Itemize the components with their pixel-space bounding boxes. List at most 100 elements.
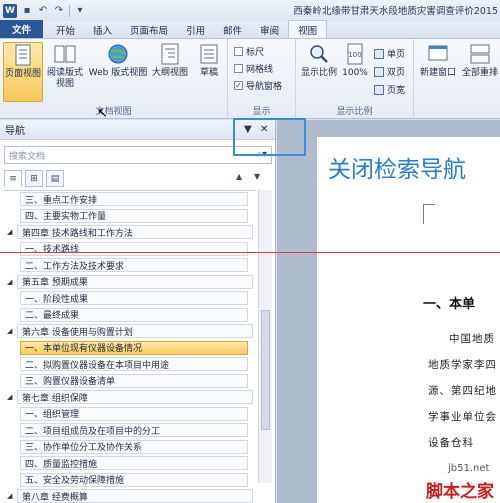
draft-button[interactable]: 草稿 [194, 42, 224, 79]
page-width-label: 页宽 [387, 86, 406, 96]
group-label-document-views: 文档视图 [95, 107, 132, 117]
draft-label: 草稿 [199, 68, 218, 78]
heading-item-label: 二、工作方法及技术要求 [20, 258, 248, 273]
collapse-triangle-icon[interactable]: ◢ [7, 228, 17, 236]
previous-heading-icon[interactable]: ▲ [236, 172, 242, 181]
collapse-triangle-icon[interactable]: ◢ [7, 492, 17, 500]
heading-item[interactable]: 二、项目组成员及在项目中的分工 [4, 422, 256, 439]
tab-home[interactable]: 开始 [47, 21, 84, 38]
group-label-zoom: 显示比例 [336, 107, 373, 117]
heading-item-label: 四、主要实物工作量 [20, 208, 248, 223]
heading-item[interactable]: 一、技术路线 [4, 241, 256, 258]
document-heading: 关闭检索导航 [328, 157, 466, 183]
new-window-button[interactable]: 新建窗口 [418, 42, 458, 79]
results-view-tab-icon[interactable]: ▤ [46, 170, 64, 187]
heading-item[interactable]: 五、安全及劳动保障措施 [4, 472, 256, 489]
next-heading-icon[interactable]: ▼ [254, 172, 260, 181]
scrollbar-thumb[interactable] [261, 310, 270, 430]
window-title: 西秦岭北缘带甘肃天水段地质灾害调查评价2015 [293, 6, 498, 17]
heading-item-label: 三、协作单位分工及协作关系 [20, 439, 248, 454]
chapter-item[interactable]: ◢ 第七章 组织保障 [4, 389, 256, 406]
title-bar: W ▪ ↶ ↷ ▾ 西秦岭北缘带甘肃天水段地质灾害调查评价2015 [0, 0, 500, 21]
page-width-icon [374, 84, 384, 95]
chapter-item[interactable]: ◢ 第六章 设备使用与购置计划 [4, 323, 256, 340]
body-line: 中国地质 [449, 333, 495, 345]
ruler-checkbox-box[interactable] [234, 47, 243, 56]
heading-item[interactable]: 三、购置仪器设备清单 [4, 373, 256, 390]
collapse-triangle-icon[interactable]: ◢ [7, 393, 17, 401]
heading-item[interactable]: 三、协作单位分工及协作关系 [4, 439, 256, 456]
tab-insert[interactable]: 插入 [84, 21, 121, 38]
gridlines-checkbox-box[interactable] [234, 64, 243, 73]
heading-item[interactable]: 二、拟购置仪器设备在本项目中用途 [4, 356, 256, 373]
chapter-item[interactable]: ◢ 第八章 经费概算 [4, 488, 256, 503]
heading-item[interactable]: 一、阶段性成果 [4, 290, 256, 307]
heading-item-selected[interactable]: 一、本单位现有仪器设备情况 [4, 340, 256, 357]
heading-item-label: 一、本单位现有仪器设备情况 [20, 340, 248, 355]
tab-page-layout[interactable]: 页面布局 [121, 21, 177, 38]
heading-item[interactable]: 四、主要实物工作量 [4, 208, 256, 225]
one-page-button[interactable]: 单页 [374, 47, 405, 60]
group-label-show: 显示 [252, 107, 271, 117]
ruler-checkbox[interactable]: 标尺 [234, 45, 264, 58]
navigation-scrollbar[interactable] [258, 190, 272, 483]
print-layout-button[interactable]: 页面视图 [3, 42, 43, 102]
save-icon[interactable]: ▪ [21, 5, 33, 17]
web-layout-button[interactable]: Web 版式视图 [86, 42, 150, 79]
redo-icon[interactable]: ↷ [53, 5, 65, 17]
chapter-item[interactable]: ◢ 第四章 技术路线和工作方法 [4, 224, 256, 241]
navigation-pane-checkbox-box[interactable]: ✓ [234, 81, 243, 90]
watermark-name: 脚本之家 [426, 482, 494, 502]
chapter-item-label: 第五章 预期成果 [17, 274, 253, 289]
chapter-item-label: 第六章 设备使用与购置计划 [17, 324, 253, 339]
draft-icon [200, 44, 218, 64]
zoom-100-button[interactable]: 100 100% [340, 42, 370, 79]
body-line: 地质学家李四 [428, 359, 497, 371]
chapter-item-label: 第四章 技术路线和工作方法 [17, 225, 253, 240]
navigation-pane-label: 导航窗格 [246, 82, 283, 92]
heading-item-label: 三、购置仪器设备清单 [20, 373, 248, 388]
pages-view-tab-icon[interactable]: ⊞ [25, 170, 43, 187]
chapter-item[interactable]: ◢ 第五章 预期成果 [4, 274, 256, 291]
heading-item-label: 二、最终成果 [20, 307, 248, 322]
heading-item[interactable]: 二、工作方法及技术要求 [4, 257, 256, 274]
heading-item[interactable]: 四、质量监控措施 [4, 455, 256, 472]
gridlines-checkbox[interactable]: 网格线 [234, 62, 273, 75]
word-app-icon[interactable]: W [3, 3, 17, 18]
tab-review[interactable]: 审阅 [251, 21, 288, 38]
group-window: 新建窗口 全部重排 [414, 39, 500, 119]
search-document-input[interactable]: 搜索文档 ⌕▾ [4, 146, 272, 164]
heading-tree: 三、重点工作安排 四、主要实物工作量 ◢ 第四章 技术路线和工作方法 一、技术路线… [4, 190, 256, 503]
full-screen-reading-button[interactable]: 阅读版式视图 [46, 42, 84, 90]
reading-view-icon [54, 45, 76, 63]
qa-separator [69, 4, 70, 17]
heading-item[interactable]: 三、重点工作安排 [4, 191, 256, 208]
tab-references[interactable]: 引用 [177, 21, 214, 38]
heading-item[interactable]: 一、组织管理 [4, 406, 256, 423]
heading-item[interactable]: 二、最终成果 [4, 307, 256, 324]
customize-dropdown-icon[interactable]: ▾ [74, 5, 86, 17]
collapse-triangle-icon[interactable]: ◢ [7, 278, 17, 286]
guide-line [0, 252, 500, 253]
body-line: 设备仓科 [428, 437, 474, 449]
one-page-icon [374, 48, 384, 59]
tab-view[interactable]: 视图 [288, 20, 328, 38]
navigation-view-tabs: ≡ ⊞ ▤ [4, 170, 64, 187]
tab-mailings[interactable]: 邮件 [214, 21, 251, 38]
heading-item-label: 一、组织管理 [20, 406, 248, 421]
outline-button[interactable]: 大纲视图 [150, 42, 190, 79]
undo-icon[interactable]: ↶ [37, 5, 49, 17]
heading-item-label: 一、技术路线 [20, 241, 248, 256]
highlight-box [233, 118, 306, 156]
zoom-button[interactable]: 显示比例 [299, 42, 339, 79]
page-width-button[interactable]: 页宽 [374, 83, 405, 96]
collapse-triangle-icon[interactable]: ◢ [7, 327, 17, 335]
chapter-item-label: 第七章 组织保障 [17, 390, 253, 405]
tab-file[interactable]: 文件 [0, 20, 44, 38]
arrange-all-button[interactable]: 全部重排 [460, 42, 500, 79]
page-margin-mark [423, 204, 435, 224]
headings-view-tab-icon[interactable]: ≡ [4, 170, 22, 187]
two-pages-button[interactable]: 双页 [374, 65, 405, 78]
navigation-pane-checkbox[interactable]: ✓ 导航窗格 [234, 79, 282, 92]
outline-icon [161, 43, 179, 65]
